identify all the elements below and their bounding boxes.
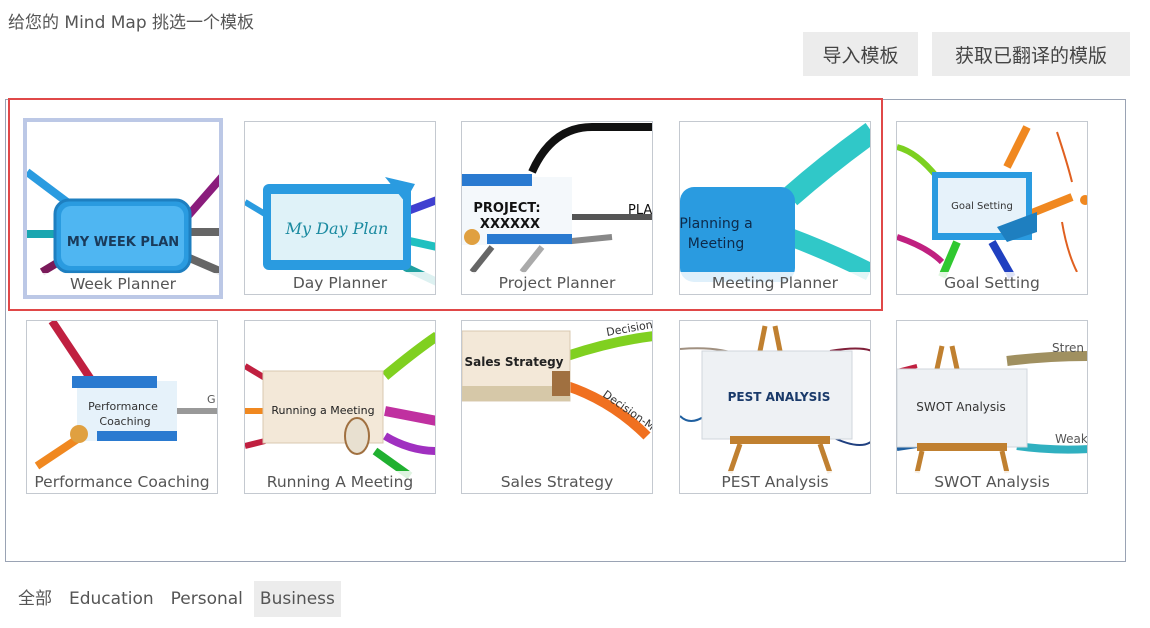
week-planner-thumbnail: MY WEEK PLAN bbox=[27, 168, 219, 276]
template-label: Project Planner bbox=[462, 272, 652, 294]
swot-analysis-thumbnail: SWOT Analysis Stren Weak bbox=[897, 341, 1088, 474]
meeting-planner-thumbnail: Planning a Meeting bbox=[680, 123, 870, 282]
performance-coaching-thumbnail: Performance Coaching G bbox=[34, 321, 217, 470]
filter-all[interactable]: 全部 bbox=[12, 581, 58, 617]
filter-personal[interactable]: Personal bbox=[165, 581, 249, 617]
running-card-text: Running a Meeting bbox=[271, 404, 374, 417]
goal-card-text: Goal Setting bbox=[951, 201, 1013, 212]
template-pest-analysis[interactable]: PEST ANALYSIS PEST Analysis bbox=[679, 320, 871, 494]
coaching-card-text-2: Coaching bbox=[99, 415, 150, 428]
project-card-text-2: XXXXXX bbox=[480, 217, 540, 232]
template-week-planner[interactable]: MY WEEK PLAN Week Planner bbox=[23, 118, 223, 299]
template-goal-setting[interactable]: Goal Setting Goal Setting bbox=[896, 121, 1088, 295]
sales-strategy-thumbnail: Sales Strategy Decision Decision-Ma bbox=[462, 321, 653, 440]
template-running-a-meeting[interactable]: Running a Meeting Running A Meeting bbox=[244, 320, 436, 494]
filter-education[interactable]: Education bbox=[63, 581, 160, 617]
swot-card-text: SWOT Analysis bbox=[916, 400, 1006, 414]
swot-side-text-1: Stren bbox=[1052, 341, 1084, 355]
template-sales-strategy[interactable]: Sales Strategy Decision Decision-Ma Sale… bbox=[461, 320, 653, 494]
template-project-planner[interactable]: PROJECT: XXXXXX PLA Project Planner bbox=[461, 121, 653, 295]
meeting-card-text-1: Planning a bbox=[680, 216, 753, 232]
project-planner-thumbnail: PROJECT: XXXXXX PLA bbox=[462, 123, 652, 274]
template-meeting-planner[interactable]: Planning a Meeting Meeting Planner bbox=[679, 121, 871, 295]
import-template-button[interactable]: 导入模板 bbox=[803, 32, 918, 76]
coaching-side-text: G bbox=[207, 393, 216, 406]
template-label: Performance Coaching bbox=[27, 471, 217, 493]
day-plan-card-text: My Day Plan bbox=[285, 219, 389, 238]
template-label: Week Planner bbox=[27, 273, 219, 295]
week-plan-card-text: MY WEEK PLAN bbox=[67, 235, 179, 250]
template-swot-analysis[interactable]: SWOT Analysis Stren Weak SWOT Analysis bbox=[896, 320, 1088, 494]
meeting-card-text-2: Meeting bbox=[688, 236, 744, 252]
template-label: Day Planner bbox=[245, 272, 435, 294]
swot-side-text-2: Weak bbox=[1055, 432, 1088, 446]
day-planner-thumbnail: My Day Plan bbox=[245, 177, 435, 286]
get-translated-template-button[interactable]: 获取已翻译的模版 bbox=[932, 32, 1130, 76]
running-meeting-thumbnail: Running a Meeting bbox=[245, 331, 435, 480]
template-label: Goal Setting bbox=[897, 272, 1087, 294]
pest-analysis-thumbnail: PEST ANALYSIS bbox=[680, 325, 870, 474]
template-day-planner[interactable]: My Day Plan Day Planner bbox=[244, 121, 436, 295]
page-title: 给您的 Mind Map 挑选一个模板 bbox=[8, 13, 255, 33]
template-label: PEST Analysis bbox=[680, 471, 870, 493]
template-label: Sales Strategy bbox=[462, 471, 652, 493]
sales-card-text: Sales Strategy bbox=[465, 355, 564, 369]
category-filter-bar: 全部 Education Personal Business bbox=[12, 581, 346, 617]
template-label: Meeting Planner bbox=[680, 272, 870, 294]
goal-setting-thumbnail: Goal Setting bbox=[897, 125, 1087, 279]
project-card-text-1: PROJECT: bbox=[473, 201, 540, 216]
template-label: Running A Meeting bbox=[245, 471, 435, 493]
pest-card-text: PEST ANALYSIS bbox=[728, 390, 831, 404]
project-side-text: PLA bbox=[628, 203, 652, 218]
coaching-card-text-1: Performance bbox=[88, 400, 158, 413]
template-performance-coaching[interactable]: Performance Coaching G Performance Coach… bbox=[26, 320, 218, 494]
filter-business[interactable]: Business bbox=[253, 581, 341, 617]
template-label: SWOT Analysis bbox=[897, 471, 1087, 493]
sales-side-text-2: Decision-Ma bbox=[600, 388, 653, 437]
